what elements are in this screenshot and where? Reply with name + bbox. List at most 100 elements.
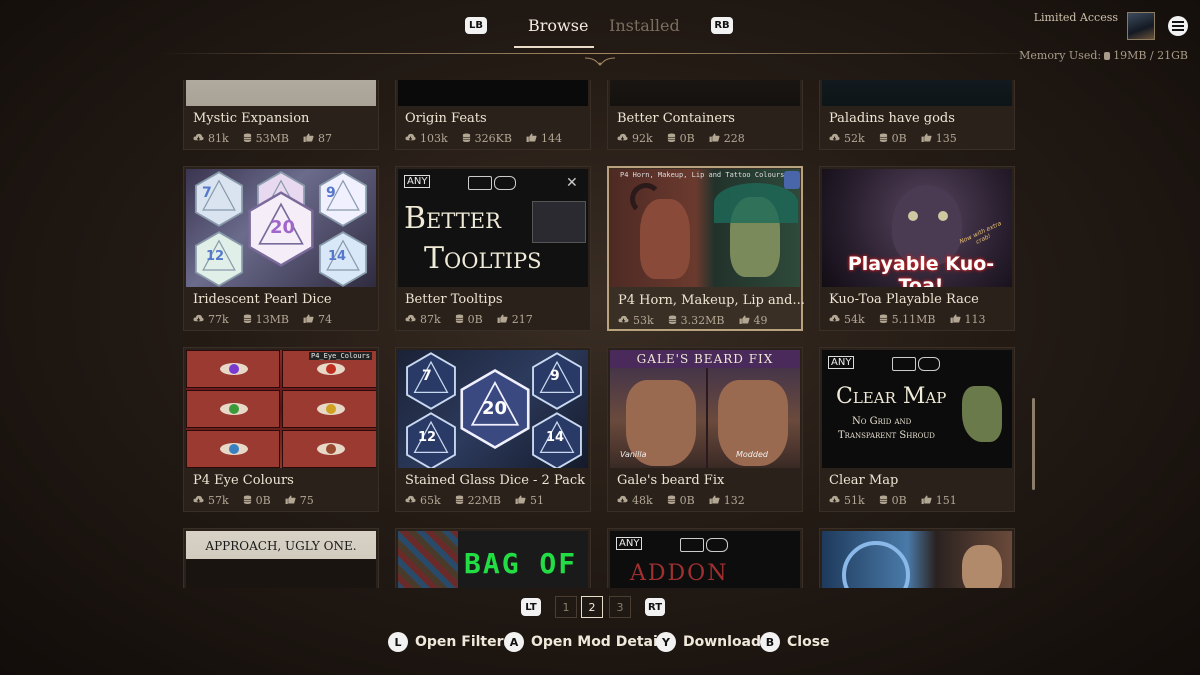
hint-close[interactable]: B Close <box>760 632 830 652</box>
mod-thumbnail: 7 9 20 12 14 <box>398 350 588 468</box>
like-count: 144 <box>540 132 562 145</box>
page-button[interactable]: 1 <box>555 596 577 618</box>
mod-thumbnail <box>186 80 376 106</box>
thumbnail-text: 14 <box>328 249 347 264</box>
l-stick-icon: L <box>388 632 408 652</box>
download-count: 87k <box>420 313 441 326</box>
mod-thumbnail: P4_Eye_Colours <box>186 350 376 468</box>
thumbnail-text: ADDON <box>630 561 729 586</box>
mod-title: Origin Feats <box>405 111 487 126</box>
mod-card[interactable]: 7 9 20 12 14 Stained Glass Dice - 2 Pack 65k 22… <box>395 347 591 512</box>
memory-label: Memory Used: <box>1019 49 1102 62</box>
file-size: 22MB <box>467 494 502 507</box>
mod-card[interactable]: Gale's Beard Fix Vanilla Modded Gale's bear… <box>607 347 803 512</box>
gamepad-icon <box>494 176 516 190</box>
mod-card[interactable]: ANY ADDON <box>607 528 803 588</box>
hint-download[interactable]: Y Download <box>656 632 761 652</box>
lt-button-icon[interactable]: LT <box>521 598 541 616</box>
mod-grid: Mystic Expansion 81k 53MB 87 DUNGEONS&SOULSE… <box>183 80 1019 588</box>
mod-card[interactable]: Paladins have gods 52k 0B 135 <box>819 80 1015 150</box>
mod-card[interactable]: APPROACH, UGLY ONE. <box>183 528 379 588</box>
mod-title: P4 Eye Colours <box>193 473 294 488</box>
file-size: 0B <box>679 132 695 145</box>
file-size: 5.11MB <box>891 313 936 326</box>
download-count: 48k <box>632 494 653 507</box>
database-icon <box>455 494 464 507</box>
mod-title: Clear Map <box>829 473 899 488</box>
thumbnail-text: Tooltips <box>424 241 542 276</box>
mod-title: Paladins have gods <box>829 111 955 126</box>
scrollbar-thumb[interactable] <box>1032 398 1035 490</box>
keyboard-icon <box>892 357 916 371</box>
account-status: Limited Access <box>1033 11 1118 24</box>
thumbnail-text: Clear Map <box>836 384 947 409</box>
file-size: 0B <box>891 494 907 507</box>
mod-stats: 92k 0B 228 <box>617 132 745 145</box>
database-icon <box>243 313 252 326</box>
magic-circle-image <box>842 541 910 588</box>
rb-button-icon[interactable]: RB <box>711 17 733 34</box>
platform-badge: ANY <box>828 356 855 369</box>
b-button-icon: B <box>760 632 780 652</box>
hamburger-icon <box>1172 21 1184 31</box>
tab-browse[interactable]: Browse <box>528 16 588 35</box>
mod-grid-viewport[interactable]: Mystic Expansion 81k 53MB 87 DUNGEONS&SOULSE… <box>183 80 1019 588</box>
mod-card[interactable]: ANY Clear Map No Grid and Transparent Shrou… <box>819 347 1015 512</box>
mod-stats: 53k 3.32MB 49 <box>618 314 768 327</box>
mod-card[interactable]: ANY Better Tooltips ✕ Better Tooltips 87k 0B 21… <box>395 166 591 331</box>
download-count: 52k <box>844 132 865 145</box>
page-button[interactable]: 3 <box>609 596 631 618</box>
mod-stats: 77k 13MB 74 <box>193 313 332 326</box>
scene-image <box>186 559 376 588</box>
a-button-icon: A <box>504 632 524 652</box>
mod-stats: 103k 326KB 144 <box>405 132 562 145</box>
like-count: 228 <box>723 132 745 145</box>
mod-card[interactable]: 7 9 20 12 14 Iridescent Pearl Dice 77k 13MB 74 <box>183 166 379 331</box>
mod-title: P4 Horn, Makeup, Lip and... <box>618 293 805 308</box>
y-button-icon: Y <box>656 632 676 652</box>
mod-author-icon <box>784 171 800 189</box>
thumbs-up-icon <box>303 313 314 326</box>
mod-card[interactable]: Now with extra crab! Playable Kuo-Toa! Kuo… <box>819 166 1015 331</box>
cloud-download-icon <box>617 494 628 507</box>
download-count: 103k <box>420 132 448 145</box>
file-size: 0B <box>891 132 907 145</box>
mod-card[interactable] <box>819 528 1015 588</box>
tab-installed[interactable]: Installed <box>609 16 680 35</box>
lb-button-icon[interactable]: LB <box>465 17 487 34</box>
cloud-download-icon <box>618 314 629 327</box>
database-icon <box>243 132 252 145</box>
account-avatar[interactable] <box>1127 12 1155 40</box>
mod-card[interactable]: CONTAINERS Better Containers 92k 0B 228 <box>607 80 803 150</box>
download-count: 51k <box>844 494 865 507</box>
thumbnail-text: 14 <box>546 430 565 445</box>
page-button-current[interactable]: 2 <box>581 596 603 618</box>
mod-thumbnail <box>822 80 1012 106</box>
hint-open-mod-details[interactable]: A Open Mod Details <box>504 632 671 652</box>
mod-stats: 81k 53MB 87 <box>193 132 332 145</box>
download-count: 53k <box>633 314 654 327</box>
mod-card[interactable]: Mystic Expansion 81k 53MB 87 <box>183 80 379 150</box>
download-count: 92k <box>632 132 653 145</box>
thumbnail-text: 20 <box>270 217 296 238</box>
top-bar: LB Browse Installed RB Limited Access Me… <box>0 0 1200 80</box>
hair-shape <box>714 183 798 223</box>
mod-card[interactable]: DUNGEONS&SOULSEDITION Origin Feats 103k 326… <box>395 80 591 150</box>
rt-button-icon[interactable]: RT <box>645 598 665 616</box>
mod-card[interactable]: BAG OF <box>395 528 591 588</box>
database-icon <box>455 313 464 326</box>
mod-card[interactable]: P4 Horn, Makeup, Lip and Tattoo Colours P… <box>607 166 805 331</box>
mod-card[interactable]: P4_Eye_Colours P4 Eye Colours 57k 0B 75 <box>183 347 379 512</box>
menu-button[interactable] <box>1168 16 1188 36</box>
like-count: 113 <box>964 313 986 326</box>
eye-tile <box>186 430 280 468</box>
mod-thumbnail: BAG OF <box>398 531 588 588</box>
mod-thumbnail: P4 Horn, Makeup, Lip and Tattoo Colours <box>610 169 800 287</box>
controller-hints: L Open Filters A Open Mod Details Y Down… <box>0 632 1200 656</box>
database-icon <box>879 313 888 326</box>
memory-usage: Memory Used: 19MB / 21GB <box>1019 49 1188 62</box>
hint-open-filters[interactable]: L Open Filters <box>388 632 512 652</box>
mod-thumbnail: Now with extra crab! Playable Kuo-Toa! <box>822 169 1012 287</box>
download-count: 81k <box>208 132 229 145</box>
mod-title: Kuo-Toa Playable Race <box>829 292 979 307</box>
